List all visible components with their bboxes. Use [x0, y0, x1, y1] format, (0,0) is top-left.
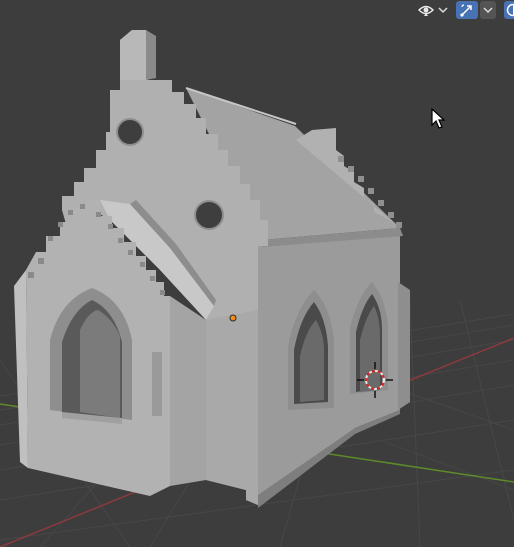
- viewport-header-tools: [416, 0, 514, 20]
- 3d-viewport[interactable]: [0, 0, 514, 547]
- gizmo-toggle-icon: [459, 2, 475, 18]
- gizmo-dropdown-button[interactable]: [480, 1, 496, 19]
- viewport-scene[interactable]: [0, 0, 514, 547]
- object-origin-dot[interactable]: [229, 314, 237, 322]
- visibility-toggle-button[interactable]: [416, 1, 436, 19]
- gizmo-dropdown-chevron-icon: [483, 6, 493, 14]
- church-mesh[interactable]: [14, 30, 410, 508]
- overlay-toggle-icon: [506, 3, 514, 17]
- mouse-pointer-icon: [431, 107, 447, 134]
- visibility-dropdown-chevron-icon: [438, 6, 448, 14]
- gizmo-toggle-button[interactable]: [456, 1, 478, 19]
- visibility-dropdown-button[interactable]: [436, 1, 450, 19]
- visibility-eye-icon: [418, 3, 434, 17]
- overlay-toggle-button[interactable]: [504, 1, 514, 19]
